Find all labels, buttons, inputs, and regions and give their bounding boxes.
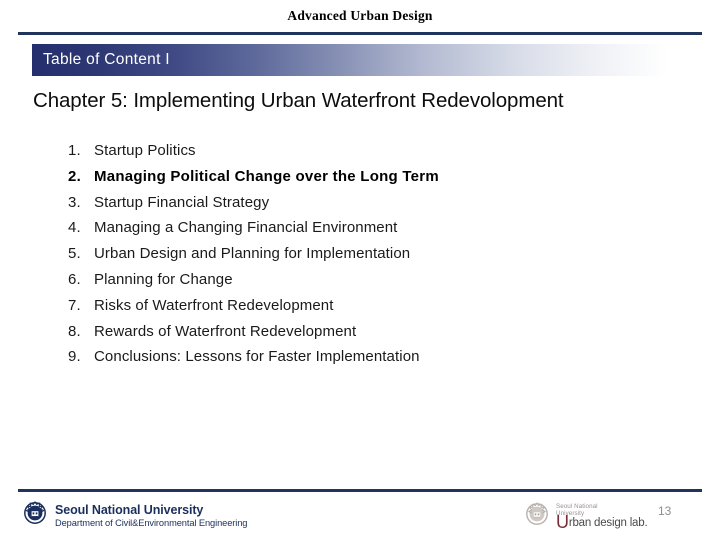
header-divider xyxy=(18,32,702,35)
table-of-contents-item[interactable]: 2. Managing Political Change over the Lon… xyxy=(68,168,628,194)
footer-divider xyxy=(18,489,702,492)
footer-university-name: Seoul National University xyxy=(55,502,204,517)
table-of-contents-item-label: Managing a Changing Financial Environmen… xyxy=(94,219,398,237)
table-of-contents-item-number: 6. xyxy=(68,270,81,288)
footer-department-name: Department of Civil&Environmental Engine… xyxy=(55,517,248,528)
table-of-contents-item-number: 7. xyxy=(68,296,81,314)
table-of-contents-item-label: Startup Financial Strategy xyxy=(94,193,270,211)
table-of-contents-item[interactable]: 4. Managing a Changing Financial Environm… xyxy=(68,219,628,245)
table-of-contents-item-number: 2. xyxy=(68,167,82,185)
table-of-contents-list: 1. Startup Politics 2. Managing Political C… xyxy=(68,142,628,374)
chapter-heading: Chapter 5: Implementing Urban Waterfront… xyxy=(33,89,564,112)
table-of-contents-item[interactable]: 3. Startup Financial Strategy xyxy=(68,194,628,220)
table-of-contents-item-label: Managing Political Change over the Long … xyxy=(94,167,439,185)
table-of-contents-item-number: 4. xyxy=(68,219,81,237)
section-banner-label: Table of Content I xyxy=(43,51,170,68)
footer-university-text: Seoul National University Department of … xyxy=(55,503,247,529)
footer-lab-branding: Seoul National University Urban design l… xyxy=(524,501,648,532)
table-of-contents-item[interactable]: 5. Urban Design and Planning for Implemen… xyxy=(68,245,628,271)
table-of-contents-item[interactable]: 1. Startup Politics xyxy=(68,142,628,168)
table-of-contents-item[interactable]: 6. Planning for Change xyxy=(68,271,628,297)
table-of-contents-item[interactable]: 9. Conclusions: Lessons for Faster Implem… xyxy=(68,348,628,374)
footer-lab-university-line1: Seoul National xyxy=(556,503,598,510)
snu-crest-icon xyxy=(22,500,48,531)
footer-lab-name-rest: rban design lab. xyxy=(568,517,648,529)
table-of-contents-item-number: 9. xyxy=(68,348,81,366)
footer-lab-name: Urban design lab. xyxy=(556,513,648,531)
footer-lab-text: Seoul National University Urban design l… xyxy=(556,503,648,531)
table-of-contents-item-label: Conclusions: Lessons for Faster Implemen… xyxy=(94,348,420,366)
page-number: 13 xyxy=(658,504,672,518)
table-of-contents-item-number: 5. xyxy=(68,245,81,263)
table-of-contents-item-label: Risks of Waterfront Redevelopment xyxy=(94,296,334,314)
footer-university-branding: Seoul National University Department of … xyxy=(22,500,247,531)
deck-title: Advanced Urban Design xyxy=(287,8,433,23)
table-of-contents-item-number: 3. xyxy=(68,193,81,211)
table-of-contents-item-label: Rewards of Waterfront Redevelopment xyxy=(94,322,357,340)
table-of-contents-item[interactable]: 7. Risks of Waterfront Redevelopment xyxy=(68,297,628,323)
footer-lab-university: Seoul National University xyxy=(556,503,647,517)
table-of-contents-item-label: Urban Design and Planning for Implementa… xyxy=(94,245,411,263)
snu-crest-watermark-icon xyxy=(524,501,550,532)
footer-lab-initial: U xyxy=(556,512,569,532)
section-banner: Table of Content I xyxy=(32,44,668,76)
table-of-contents-item-number: 8. xyxy=(68,322,81,340)
table-of-contents-item-number: 1. xyxy=(68,142,81,159)
table-of-contents-item-label: Planning for Change xyxy=(94,270,233,288)
slide: Advanced Urban Design Table of Content I… xyxy=(0,0,720,540)
table-of-contents-item-label: Startup Politics xyxy=(94,142,196,159)
table-of-contents-item[interactable]: 8. Rewards of Waterfront Redevelopment xyxy=(68,323,628,349)
